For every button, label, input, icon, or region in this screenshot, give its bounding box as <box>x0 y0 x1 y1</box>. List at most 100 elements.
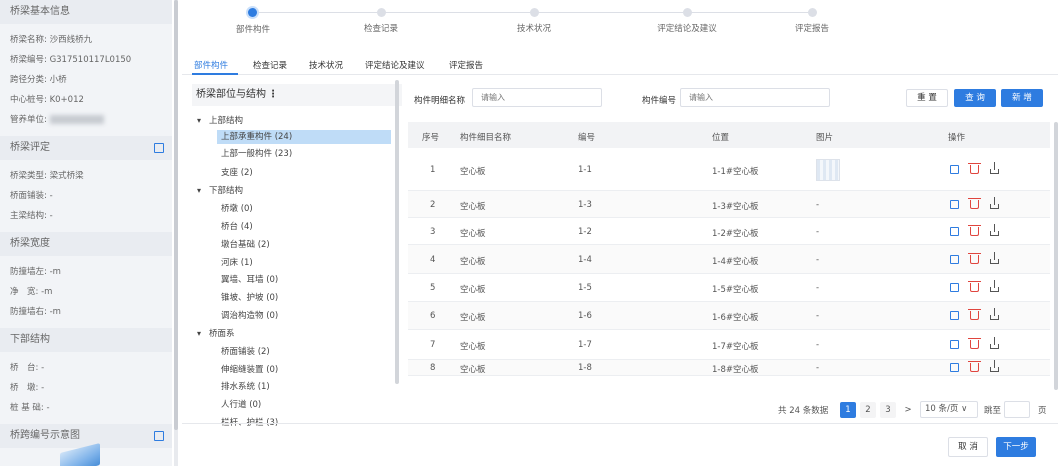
page-2-button[interactable]: 2 <box>860 402 876 418</box>
delete-icon[interactable] <box>968 361 981 372</box>
tree-scrollbar[interactable] <box>395 80 399 384</box>
tree-node-superstructure[interactable]: 上部结构 <box>197 114 243 128</box>
tree-node-pier[interactable]: 桥墩 (0) <box>221 202 253 216</box>
tree-node-deck-system[interactable]: 桥面系 <box>197 327 234 341</box>
edit-icon[interactable] <box>950 255 959 264</box>
cell-code: 1-6 <box>578 311 592 321</box>
cell-position: 1-2#空心板 <box>712 229 759 239</box>
page-1-button[interactable]: 1 <box>840 402 856 418</box>
step-label[interactable]: 部件构件 <box>236 23 270 35</box>
tree-node-main-load-members[interactable]: 上部承重构件 (24) <box>217 130 391 144</box>
edit-icon[interactable] <box>950 363 959 372</box>
col-header-image: 图片 <box>816 133 834 143</box>
upload-icon[interactable] <box>990 197 999 209</box>
footer-divider <box>182 423 1058 424</box>
edit-icon[interactable] <box>950 311 959 320</box>
tree-node-foundation[interactable]: 墩台基础 (2) <box>221 238 270 252</box>
table-row: 8 空心板 1-8 1-8#空心板 - <box>408 360 1050 376</box>
tree-node-deck-pavement[interactable]: 桥面铺装 (2) <box>221 345 270 359</box>
delete-icon[interactable] <box>968 225 981 236</box>
step-dot[interactable] <box>808 8 817 17</box>
upload-icon[interactable] <box>990 224 999 236</box>
edit-icon[interactable] <box>154 431 164 441</box>
edit-icon[interactable] <box>950 340 959 349</box>
tree-node-slope[interactable]: 锥坡、护坡 (0) <box>221 291 278 305</box>
tree-node-regulating[interactable]: 调治构造物 (0) <box>221 309 278 323</box>
step-label[interactable]: 评定报告 <box>795 22 829 34</box>
page-unit-label: 页 <box>1038 406 1047 416</box>
delete-icon[interactable] <box>968 253 981 264</box>
progress-steps: 部件构件 检查记录 技术状况 评定结论及建议 评定报告 <box>182 0 1058 46</box>
cell-no: 8 <box>430 363 436 373</box>
cell-image: - <box>816 283 820 293</box>
step-dot[interactable] <box>377 8 386 17</box>
step-dot[interactable] <box>530 8 539 17</box>
edit-icon[interactable] <box>950 165 959 174</box>
cell-code: 1-3 <box>578 200 592 210</box>
step-dot[interactable] <box>683 8 692 17</box>
next-step-button[interactable]: 下一步 <box>996 437 1036 457</box>
tree-node-general-members[interactable]: 上部一般构件 (23) <box>221 147 292 161</box>
tree-node-drainage[interactable]: 排水系统 (1) <box>221 380 270 394</box>
tree-node-railing[interactable]: 栏杆、护栏 (3) <box>221 416 278 426</box>
query-button[interactable]: 查 询 <box>954 89 996 107</box>
step-dot-active[interactable] <box>248 8 257 17</box>
tab-technical-status[interactable]: 技术状况 <box>309 59 343 71</box>
jump-page-input[interactable] <box>1004 401 1030 418</box>
delete-icon[interactable] <box>968 309 981 320</box>
detail-name-input[interactable] <box>472 88 602 107</box>
add-button[interactable]: 新 增 <box>1001 89 1043 107</box>
cancel-button[interactable]: 取 消 <box>948 437 988 457</box>
page-size-select[interactable]: 10 条/页 ∨ <box>920 401 978 418</box>
tree-node-abutment[interactable]: 桥台 (4) <box>221 220 253 234</box>
cell-no: 4 <box>430 255 436 265</box>
delete-icon[interactable] <box>968 198 981 209</box>
cell-position: 1-6#空心板 <box>712 313 759 323</box>
cell-name: 空心板 <box>460 229 486 239</box>
active-tab-indicator <box>192 73 238 75</box>
tab-inspection[interactable]: 检查记录 <box>253 59 287 71</box>
upload-icon[interactable] <box>990 337 999 349</box>
field-bridge-code: 桥梁编号: G317510117L0150 <box>10 55 132 65</box>
sidebar-scrollbar[interactable] <box>174 0 178 466</box>
cell-image: - <box>816 227 820 237</box>
step-label[interactable]: 技术状况 <box>517 22 551 34</box>
tab-report[interactable]: 评定报告 <box>449 59 483 71</box>
jump-label: 跳至 <box>984 406 1002 416</box>
cell-position: 1-5#空心板 <box>712 285 759 295</box>
step-label[interactable]: 评定结论及建议 <box>657 22 717 34</box>
sidebar-scrollbar-thumb[interactable] <box>174 0 178 430</box>
tree-node-wing-wall[interactable]: 翼墙、耳墙 (0) <box>221 273 278 287</box>
tab-conclusion[interactable]: 评定结论及建议 <box>365 59 425 71</box>
page-3-button[interactable]: 3 <box>880 402 896 418</box>
next-page-icon[interactable]: > <box>900 402 916 418</box>
edit-icon[interactable] <box>950 227 959 236</box>
tree-node-substructure[interactable]: 下部结构 <box>197 184 243 198</box>
step-connector <box>257 12 377 13</box>
reset-button[interactable]: 重 置 <box>906 89 948 107</box>
edit-icon[interactable] <box>950 283 959 292</box>
tab-components[interactable]: 部件构件 <box>194 59 228 71</box>
delete-icon[interactable] <box>968 163 981 174</box>
code-label: 构件编号 <box>642 96 677 106</box>
table-header: 序号 构件细目名称 编号 位置 图片 操作 <box>408 122 1050 148</box>
upload-icon[interactable] <box>990 280 999 292</box>
upload-icon[interactable] <box>990 162 999 174</box>
delete-icon[interactable] <box>968 281 981 292</box>
upload-icon[interactable] <box>990 360 999 372</box>
delete-icon[interactable] <box>968 338 981 349</box>
upload-icon[interactable] <box>990 308 999 320</box>
component-thumbnail[interactable] <box>816 159 840 181</box>
tree-node-expansion-joint[interactable]: 伸缩缝装置 (0) <box>221 363 278 377</box>
tree-node-riverbed[interactable]: 河床 (1) <box>221 256 253 270</box>
code-input[interactable] <box>680 88 830 107</box>
tree-node-sidewalk[interactable]: 人行道 (0) <box>221 398 261 412</box>
edit-icon[interactable] <box>154 143 164 153</box>
table-scrollbar[interactable] <box>1054 122 1058 390</box>
tree-node-bearing[interactable]: 支座 (2) <box>221 166 253 180</box>
step-label[interactable]: 检查记录 <box>364 22 398 34</box>
edit-icon[interactable] <box>950 200 959 209</box>
cell-image: - <box>816 340 820 350</box>
more-icon[interactable]: ⋮ <box>268 89 278 100</box>
upload-icon[interactable] <box>990 252 999 264</box>
